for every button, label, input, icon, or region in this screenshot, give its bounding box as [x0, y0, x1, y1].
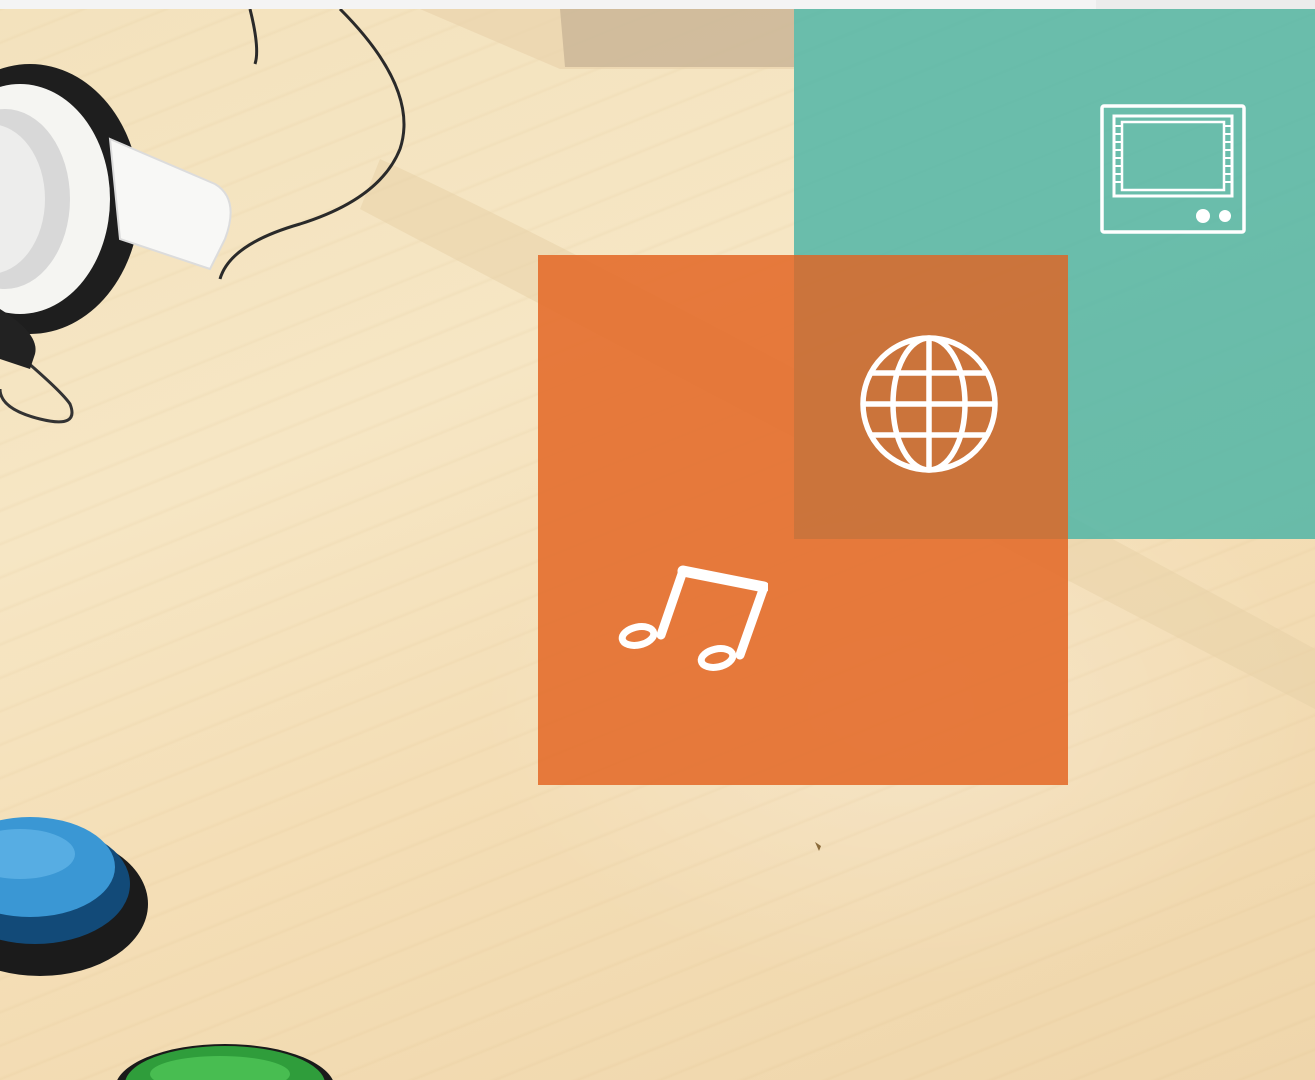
- orange-tile[interactable]: [538, 255, 1068, 785]
- headphone-cable: [218, 9, 406, 280]
- top-strip: [0, 0, 1315, 9]
- top-strip-tab: [1096, 0, 1315, 9]
- music-note-icon: [618, 565, 768, 671]
- page: [0, 0, 1315, 1080]
- green-arcade-button: [117, 1044, 333, 1080]
- headphones: [0, 64, 232, 369]
- tv-icon: [1100, 104, 1246, 234]
- blue-arcade-button: [0, 817, 148, 976]
